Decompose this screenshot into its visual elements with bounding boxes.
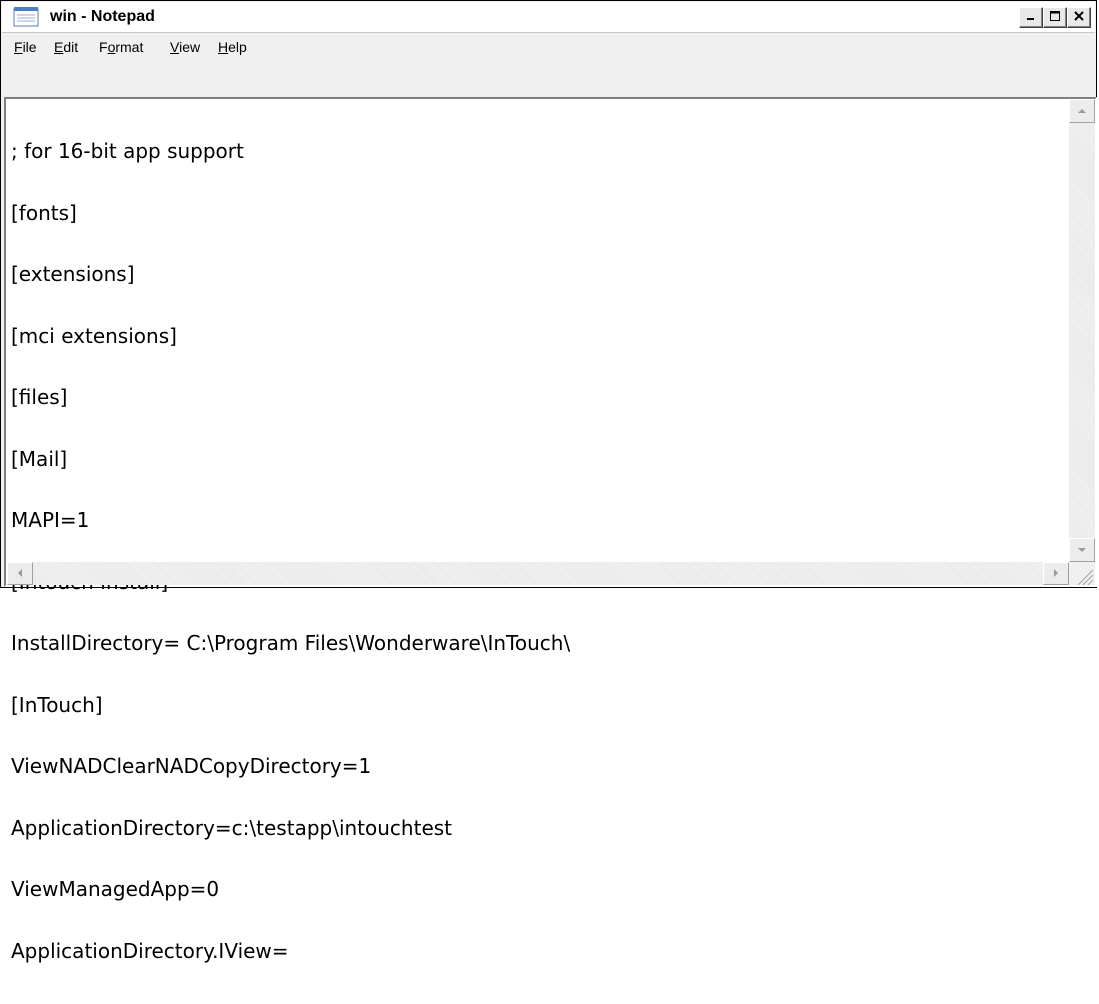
resize-grip[interactable] — [1069, 562, 1095, 586]
editor-line: [extensions] — [11, 262, 135, 286]
minimize-icon — [1025, 9, 1037, 27]
arrow-up-icon — [1077, 102, 1087, 120]
menu-bar: File Edit Format View Help — [2, 33, 1095, 61]
editor-line: [fonts] — [11, 200, 77, 225]
editor-line: InstallDirectory= C:\Program Files\Wonde… — [11, 631, 571, 655]
menu-file[interactable]: File — [14, 39, 37, 55]
notepad-icon[interactable] — [12, 7, 42, 27]
menu-format[interactable]: Format — [99, 39, 143, 55]
scroll-down-button[interactable] — [1069, 538, 1095, 562]
arrow-right-icon — [1052, 565, 1060, 583]
editor-line: ViewManagedApp=0 — [11, 877, 220, 901]
scroll-right-button[interactable] — [1043, 562, 1069, 585]
close-button[interactable] — [1067, 7, 1091, 28]
editor-line: MAPI=1 — [11, 508, 90, 532]
editor-line: [InTouch] — [11, 692, 103, 717]
editor-line: ApplicationDirectory.IView= — [11, 938, 289, 963]
vertical-scrollbar[interactable] — [1069, 99, 1095, 562]
notepad-window: win - Notepad File Edit Format View Help… — [0, 0, 1097, 961]
minimize-button[interactable] — [1019, 7, 1043, 28]
resize-grip-icon — [1069, 569, 1095, 589]
editor-line: ; for 16-bit app support — [11, 139, 244, 163]
editor-line: [Mail] — [11, 446, 68, 471]
arrow-down-icon — [1077, 541, 1087, 559]
title-bar[interactable]: win - Notepad — [2, 2, 1095, 33]
scroll-up-button[interactable] — [1069, 99, 1095, 123]
editor-line: [mci extensions] — [11, 323, 177, 348]
editor-text[interactable]: ; for 16-bit app support [fonts] [extens… — [11, 100, 570, 1002]
window-title: win - Notepad — [50, 8, 155, 25]
arrow-left-icon — [16, 565, 24, 583]
editor-line: ApplicationDirectory=c:\testapp\intoucht… — [11, 815, 453, 840]
close-icon — [1073, 9, 1085, 27]
editor-line: ViewNADClearNADCopyDirectory=1 — [11, 754, 372, 778]
maximize-icon — [1049, 9, 1061, 27]
editor-line: [files] — [11, 385, 68, 409]
maximize-button[interactable] — [1043, 7, 1067, 28]
horizontal-scrollbar[interactable] — [7, 562, 1069, 585]
menu-view[interactable]: View — [170, 39, 200, 55]
menu-help[interactable]: Help — [218, 39, 247, 55]
menu-edit[interactable]: Edit — [54, 39, 78, 55]
scroll-left-button[interactable] — [7, 562, 33, 585]
